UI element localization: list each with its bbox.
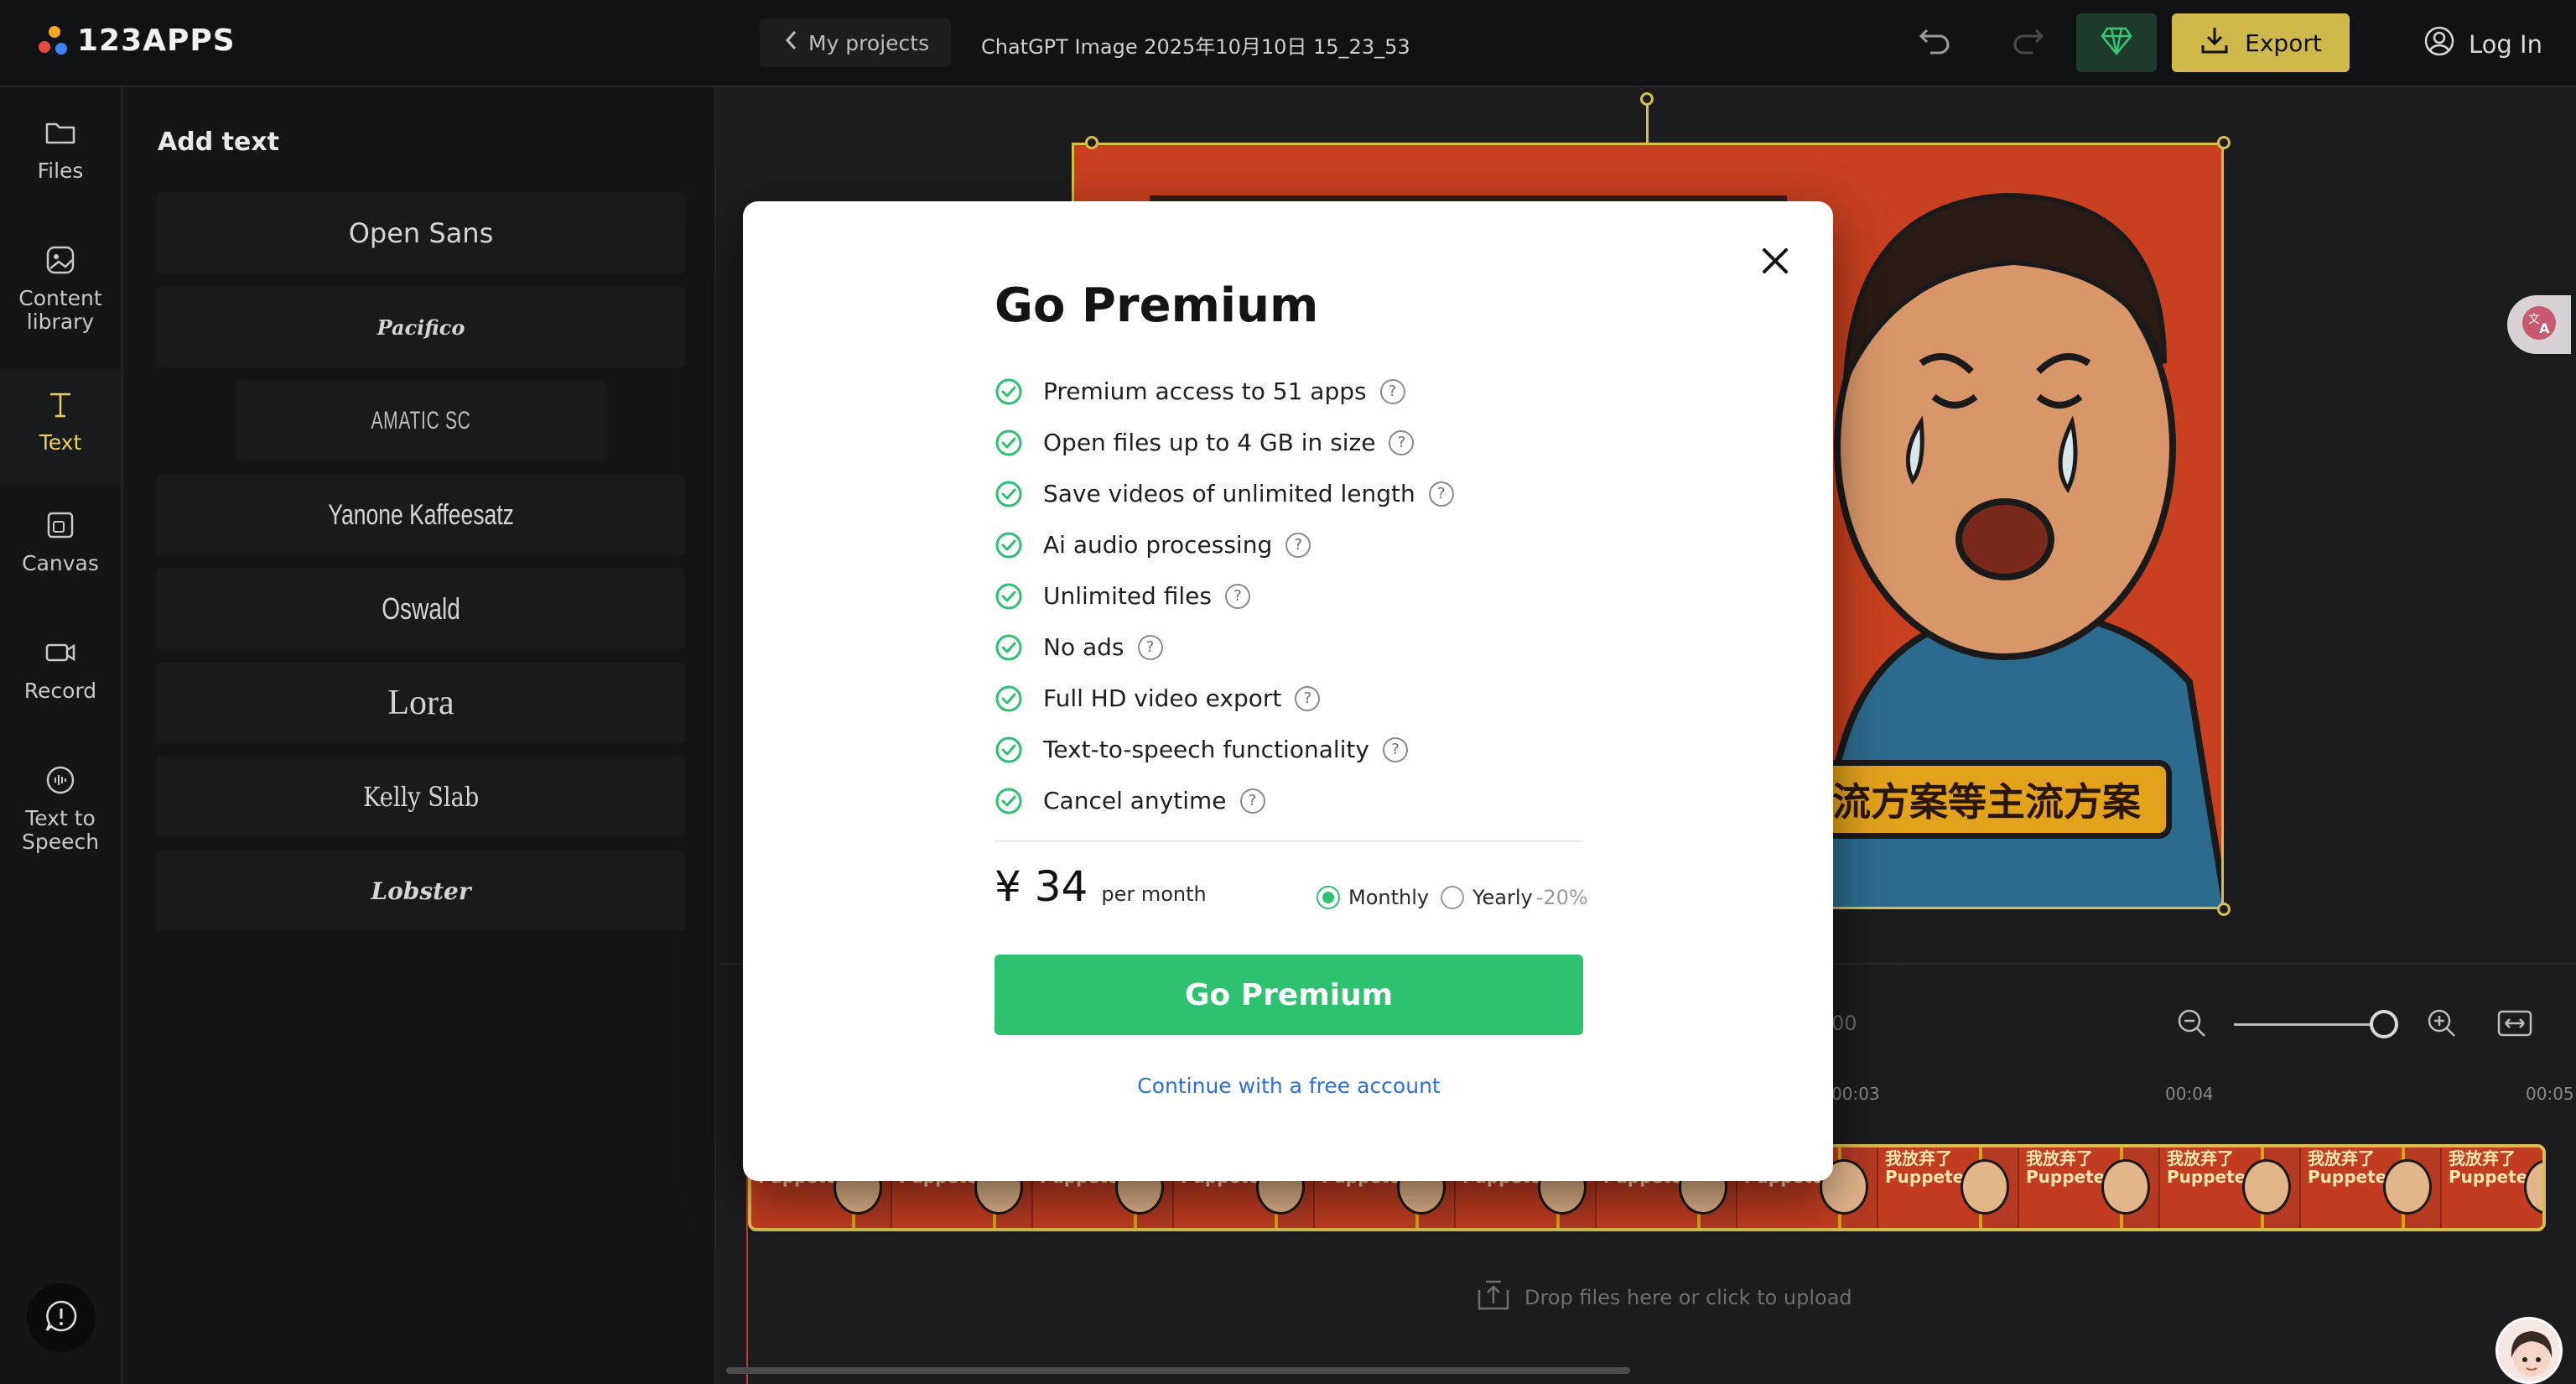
monthly-label: Monthly <box>1348 886 1430 909</box>
feature-item: Full HD video export? <box>995 673 1590 724</box>
feature-item: Unlimited files? <box>995 570 1590 622</box>
feature-item: Ai audio processing? <box>995 519 1590 570</box>
go-premium-button[interactable]: Go Premium <box>995 955 1583 1035</box>
help-icon[interactable]: ? <box>1239 788 1265 814</box>
feature-item: Open files up to 4 GB in size? <box>995 417 1590 468</box>
yearly-option[interactable]: Yearly -20% <box>1441 886 1588 909</box>
check-circle-icon <box>995 532 1022 558</box>
price: ¥ 34 per month <box>995 862 1207 911</box>
radio-selected-icon[interactable] <box>1317 886 1340 909</box>
help-icon[interactable]: ? <box>1295 685 1321 711</box>
feature-label: Open files up to 4 GB in size <box>1043 429 1376 456</box>
feature-label: Premium access to 51 apps <box>1043 377 1367 405</box>
feature-item: Premium access to 51 apps? <box>995 366 1590 417</box>
monthly-option[interactable]: Monthly <box>1317 886 1429 909</box>
feature-label: Unlimited files <box>1043 582 1212 610</box>
yearly-label: Yearly <box>1472 886 1533 909</box>
check-circle-icon <box>995 481 1022 507</box>
go-premium-dialog: Go Premium Premium access to 51 apps? Ope… <box>743 201 1833 1181</box>
check-circle-icon <box>995 685 1022 711</box>
feature-label: No ads <box>1043 633 1124 661</box>
help-icon[interactable]: ? <box>1285 532 1311 558</box>
check-circle-icon <box>995 736 1022 762</box>
price-period: per month <box>1101 882 1207 906</box>
feature-label: Text-to-speech functionality <box>1043 736 1369 763</box>
help-icon[interactable]: ? <box>1389 429 1415 455</box>
feature-item: Text-to-speech functionality? <box>995 724 1590 775</box>
cta-label: Go Premium <box>1184 977 1394 1012</box>
dialog-title: Go Premium <box>995 278 1319 333</box>
check-circle-icon <box>995 583 1022 609</box>
feature-item: No ads? <box>995 622 1590 673</box>
price-value: ¥ 34 <box>995 862 1088 911</box>
check-circle-icon <box>995 378 1022 404</box>
help-icon[interactable]: ? <box>1428 481 1454 507</box>
feature-label: Ai audio processing <box>1043 531 1273 559</box>
feature-list: Premium access to 51 apps? Open files up … <box>995 366 1590 826</box>
check-circle-icon <box>995 634 1022 660</box>
help-icon[interactable]: ? <box>1224 583 1250 609</box>
yearly-discount: -20% <box>1535 886 1588 909</box>
check-circle-icon <box>995 788 1022 814</box>
help-icon[interactable]: ? <box>1137 634 1163 660</box>
help-icon[interactable]: ? <box>1382 736 1408 762</box>
feature-label: Save videos of unlimited length <box>1043 480 1415 507</box>
close-icon[interactable] <box>1756 242 1794 280</box>
feature-item: Cancel anytime? <box>995 775 1590 826</box>
feature-label: Cancel anytime <box>1043 787 1227 814</box>
continue-free-link[interactable]: Continue with a free account <box>995 1074 1583 1098</box>
help-icon[interactable]: ? <box>1379 378 1405 404</box>
divider <box>995 840 1583 842</box>
radio-unselected-icon[interactable] <box>1441 886 1464 909</box>
feature-label: Full HD video export <box>1043 684 1282 712</box>
feature-item: Save videos of unlimited length? <box>995 468 1590 519</box>
check-circle-icon <box>995 429 1022 455</box>
